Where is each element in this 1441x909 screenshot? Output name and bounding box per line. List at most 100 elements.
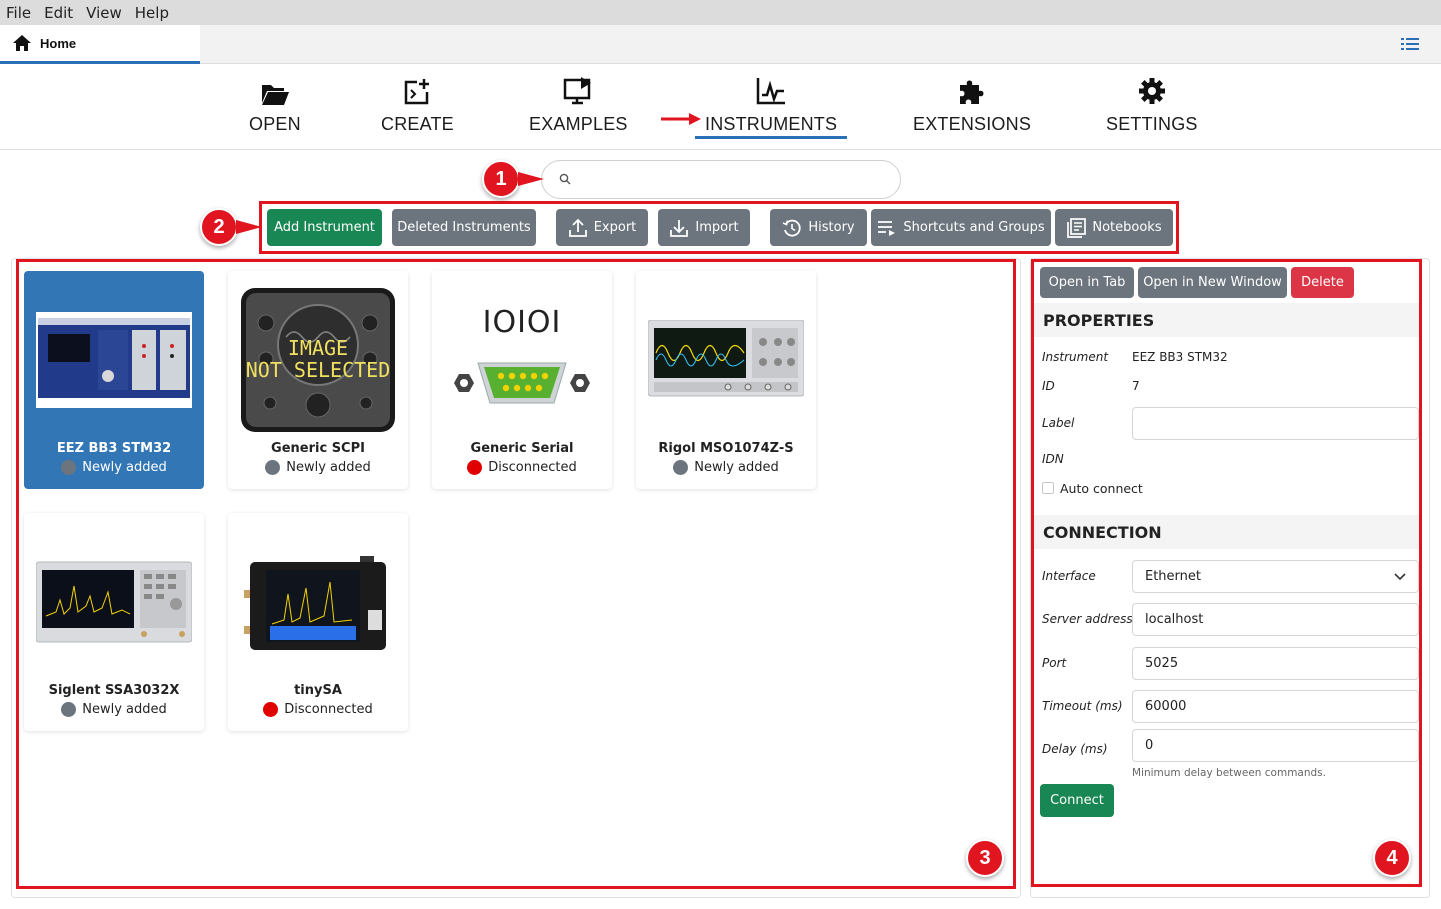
properties-heading: PROPERTIES — [1034, 303, 1419, 337]
connection-heading: CONNECTION — [1034, 515, 1419, 549]
puzzle-icon — [960, 80, 984, 104]
instrument-status: Disconnected — [432, 460, 612, 475]
label-input[interactable] — [1132, 407, 1419, 440]
search-input[interactable] — [582, 169, 882, 191]
home-icon — [13, 35, 31, 51]
playlist-icon — [878, 220, 896, 236]
instruments-list-panel: EEZ BB3 STM32 Newly added IMAGE NOT SELE… — [11, 258, 1021, 898]
instrument-name: Generic SCPI — [271, 441, 365, 456]
port-label: Port — [1042, 656, 1067, 670]
upload-icon — [568, 218, 587, 237]
instrument-label: Instrument — [1042, 350, 1109, 364]
interface-select[interactable]: Ethernet — [1132, 560, 1419, 593]
port-input[interactable]: 5025 — [1132, 647, 1419, 680]
instrument-name: Siglent SSA3032X — [48, 683, 180, 698]
annotation-arrow — [661, 113, 701, 125]
timeout-label: Timeout (ms) — [1042, 699, 1123, 713]
monitor-play-icon — [564, 77, 592, 105]
server-address-input[interactable]: localhost — [1132, 603, 1419, 636]
history-button[interactable]: History — [770, 209, 867, 246]
nav-settings[interactable]: SETTINGS — [1106, 74, 1198, 135]
annotation-pointer — [518, 172, 544, 186]
instrument-name: tinySA — [294, 683, 342, 698]
menu-view[interactable]: View — [86, 4, 122, 22]
annotation-marker-3: 3 — [966, 839, 1004, 877]
instrument-card[interactable]: IOIOI Generic Serial Disconnected — [432, 271, 612, 489]
instrument-image — [36, 287, 192, 433]
instrument-image — [240, 529, 396, 675]
open-in-tab-button[interactable]: Open in Tab — [1040, 267, 1134, 298]
nav-instruments[interactable]: INSTRUMENTS — [695, 74, 848, 139]
instrument-value: EEZ BB3 STM32 — [1132, 350, 1228, 364]
delete-button[interactable]: Delete — [1291, 267, 1354, 298]
menu-file[interactable]: File — [6, 4, 31, 22]
connect-button[interactable]: Connect — [1040, 784, 1114, 817]
deleted-instruments-button[interactable]: Deleted Instruments — [392, 209, 536, 246]
instrument-image — [36, 529, 192, 675]
nav-open[interactable]: OPEN — [249, 74, 301, 135]
download-icon — [670, 219, 689, 237]
add-instrument-button[interactable]: Add Instrument — [267, 209, 382, 246]
instrument-image — [648, 287, 804, 433]
create-new-icon — [405, 79, 430, 105]
active-tab-underline — [695, 136, 848, 139]
shortcuts-groups-button[interactable]: Shortcuts and Groups — [871, 209, 1051, 246]
menu-edit[interactable]: Edit — [44, 4, 73, 22]
id-label: ID — [1042, 379, 1055, 393]
instrument-name: Rigol MSO1074Z-S — [658, 441, 794, 456]
tab-home[interactable]: Home — [0, 25, 200, 64]
history-icon — [783, 219, 801, 236]
open-in-new-window-button[interactable]: Open in New Window — [1138, 267, 1287, 298]
nav-extensions[interactable]: EXTENSIONS — [913, 74, 1031, 135]
delay-input[interactable]: 0 — [1132, 729, 1419, 762]
label-label: Label — [1042, 416, 1075, 430]
status-dot — [61, 702, 77, 717]
list-menu-icon[interactable] — [1401, 38, 1419, 51]
delay-label: Delay (ms) — [1042, 742, 1108, 756]
instrument-name: EEZ BB3 STM32 — [56, 441, 172, 456]
gear-icon — [1138, 78, 1165, 104]
status-dot — [263, 702, 279, 717]
instrument-card[interactable]: Rigol MSO1074Z-S Newly added — [636, 271, 816, 489]
serial-logo-text: IOIOI — [482, 305, 562, 340]
status-dot — [467, 460, 483, 475]
search-box[interactable] — [541, 160, 901, 199]
interface-label: Interface — [1042, 569, 1096, 583]
instrument-status: Newly added — [24, 460, 204, 475]
search-icon — [559, 173, 571, 185]
nav-examples[interactable]: EXAMPLES — [529, 74, 628, 135]
delay-hint: Minimum delay between commands. — [1132, 767, 1326, 779]
instrument-card[interactable]: tinySA Disconnected — [228, 513, 408, 731]
annotation-marker-1: 1 — [482, 160, 520, 198]
server-address-label: Server address — [1042, 612, 1133, 626]
id-value: 7 — [1132, 379, 1140, 393]
instrument-card[interactable]: Siglent SSA3032X Newly added — [24, 513, 204, 731]
notebook-icon — [1067, 217, 1087, 238]
instrument-image: IOIOI — [444, 287, 600, 433]
folder-open-icon — [261, 85, 289, 105]
instrument-card[interactable]: EEZ BB3 STM32 Newly added — [24, 271, 204, 489]
instrument-status: Disconnected — [228, 702, 408, 717]
serial-port-icon — [454, 362, 590, 404]
export-button[interactable]: Export — [556, 209, 648, 246]
timeout-input[interactable]: 60000 — [1132, 690, 1419, 723]
instrument-card[interactable]: IMAGE NOT SELECTED Generic SCPI Newly ad… — [228, 271, 408, 489]
tab-strip: Home — [0, 25, 1441, 64]
instrument-image: IMAGE NOT SELECTED — [240, 287, 396, 433]
nav-create[interactable]: CREATE — [381, 74, 454, 135]
annotation-pointer — [236, 220, 262, 234]
chevron-down-icon — [1394, 573, 1406, 581]
instrument-name: Generic Serial — [470, 441, 574, 456]
annotation-marker-2: 2 — [200, 208, 238, 246]
tab-home-label: Home — [40, 35, 77, 51]
notebooks-button[interactable]: Notebooks — [1055, 209, 1173, 246]
status-dot — [61, 460, 77, 475]
chart-pulse-icon — [756, 78, 786, 105]
annotation-marker-4: 4 — [1373, 839, 1411, 877]
top-nav: OPEN CREATE EXAMPLES INSTRUMENTS EXTENSI… — [0, 64, 1441, 150]
image-placeholder-text: NOT SELECTED — [245, 358, 391, 382]
status-dot — [673, 460, 689, 475]
import-button[interactable]: Import — [658, 209, 750, 246]
auto-connect-checkbox[interactable] — [1042, 482, 1054, 494]
menu-help[interactable]: Help — [135, 4, 169, 22]
